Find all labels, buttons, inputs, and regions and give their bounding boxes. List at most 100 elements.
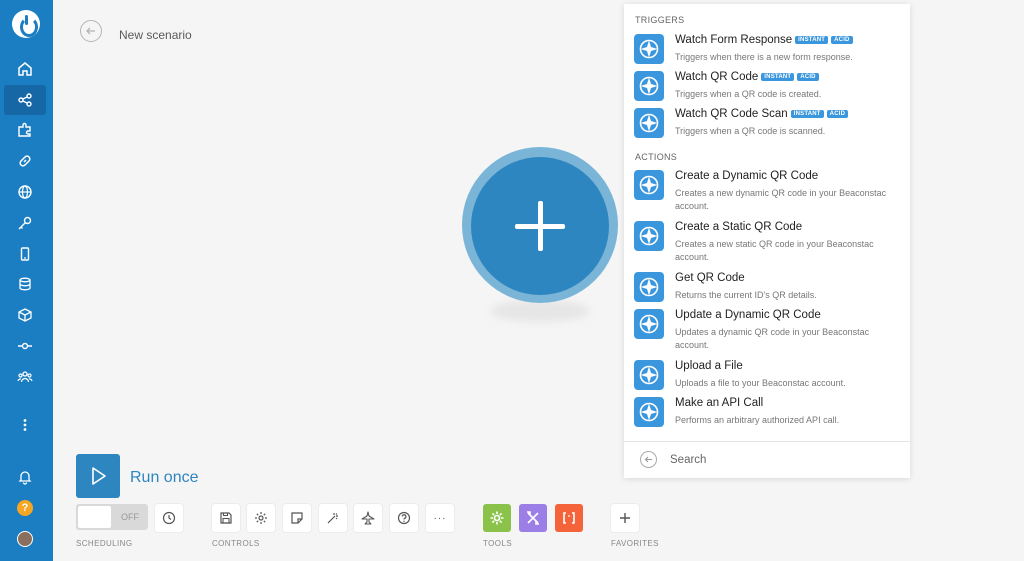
module-description: Creates a new dynamic QR code in your Be… [675, 188, 887, 211]
beaconstac-icon [634, 272, 664, 302]
more-vertical-icon[interactable] [4, 410, 46, 440]
tools-wrench-button[interactable] [519, 504, 547, 532]
module-title-text: Create a Static QR Code [675, 221, 803, 233]
module-title-text: Watch QR Code [675, 71, 759, 83]
sidebar: ? [0, 0, 53, 561]
beaconstac-icon [634, 170, 664, 200]
explain-flow-button[interactable] [354, 504, 382, 532]
module-title-text: Upload a File [675, 360, 743, 372]
avatar[interactable] [4, 524, 46, 554]
module-description: Creates a new static QR code in your Bea… [675, 239, 874, 262]
save-icon [220, 512, 232, 524]
module-title: Watch QR Code Scan INSTANT ACID [675, 108, 849, 120]
clock-icon [162, 511, 176, 525]
beaconstac-icon [634, 221, 664, 251]
settings-button[interactable] [247, 504, 275, 532]
module-title: Update a Dynamic QR Code [675, 309, 821, 321]
module-description: Triggers when a QR code is scanned. [675, 126, 826, 136]
note-icon [291, 512, 303, 524]
tools-label: TOOLS [483, 539, 512, 548]
module-description: Triggers when a QR code is created. [675, 89, 822, 99]
run-once-label[interactable]: Run once [130, 469, 199, 487]
puzzle-icon[interactable] [4, 115, 46, 145]
module-badge: ACID [826, 110, 849, 118]
help-button[interactable] [390, 504, 418, 532]
bell-icon[interactable] [4, 462, 46, 492]
search-back-button[interactable] [640, 451, 657, 468]
actions-heading: ACTIONS [635, 152, 678, 162]
module-title: Make an API Call [675, 397, 763, 409]
gear-icon [255, 512, 267, 524]
make-logo[interactable] [12, 10, 40, 38]
add-favorite-button[interactable] [611, 504, 639, 532]
device-icon[interactable] [4, 239, 46, 269]
module-badge: INSTANT [761, 73, 795, 81]
team-icon[interactable] [4, 362, 46, 392]
module-title: Create a Dynamic QR Code [675, 170, 818, 182]
module-title: Upload a File [675, 360, 743, 372]
arrow-left-icon [644, 456, 652, 463]
plus-icon [620, 513, 630, 523]
triggers-heading: TRIGGERS [635, 15, 685, 25]
scenario-title[interactable]: New scenario [119, 28, 192, 42]
scheduling-toggle[interactable]: OFF [76, 504, 148, 530]
module-description: Returns the current ID's QR details. [675, 290, 817, 300]
module-description: Triggers when there is a new form respon… [675, 52, 853, 62]
module-badge: INSTANT [790, 110, 824, 118]
tools-iterator-button[interactable] [555, 504, 583, 532]
beaconstac-icon [634, 34, 664, 64]
link-icon[interactable] [4, 146, 46, 176]
favorites-label: FAVORITES [611, 539, 659, 548]
module-picker-panel: TRIGGERS Watch Form Response INSTANT ACID T… [624, 4, 910, 478]
tools-flow-control-button[interactable] [483, 504, 511, 532]
key-icon[interactable] [4, 208, 46, 238]
module-badge: ACID [797, 73, 819, 81]
beaconstac-icon [634, 71, 664, 101]
module-title: Watch QR Code INSTANT ACID [675, 71, 819, 83]
run-once-button[interactable] [76, 454, 120, 498]
more-button[interactable]: ··· [426, 504, 454, 532]
help-icon[interactable]: ? [4, 493, 46, 523]
module-title: Get QR Code [675, 272, 745, 284]
panel-divider [624, 441, 910, 442]
beaconstac-icon [634, 360, 664, 390]
airplane-icon [361, 511, 375, 525]
brackets-icon [563, 512, 575, 524]
beaconstac-icon [634, 309, 664, 339]
home-icon[interactable] [4, 54, 46, 84]
question-icon [397, 511, 411, 525]
datastore-icon[interactable] [4, 269, 46, 299]
beaconstac-icon [634, 108, 664, 138]
module-description: Performs an arbitrary authorized API cal… [675, 415, 840, 425]
tools-icon [527, 511, 539, 525]
plus-shadow [490, 300, 590, 322]
notes-button[interactable] [283, 504, 311, 532]
module-title-text: Get QR Code [675, 272, 745, 284]
magic-wand-icon [327, 513, 338, 524]
toggle-state: OFF [121, 512, 139, 522]
toggle-knob [78, 506, 111, 528]
cube-icon[interactable] [4, 300, 46, 330]
search-input[interactable] [670, 450, 870, 470]
globe-icon[interactable] [4, 177, 46, 207]
arrow-left-icon [86, 27, 95, 35]
module-title: Create a Static QR Code [675, 221, 802, 233]
gear-icon [490, 511, 504, 525]
save-button[interactable] [212, 504, 240, 532]
schedule-clock-button[interactable] [155, 504, 183, 532]
module-badge: INSTANT [795, 36, 829, 44]
scheduling-label: SCHEDULING [76, 539, 133, 548]
module-badge: ACID [831, 36, 853, 44]
play-icon [92, 467, 106, 485]
share-icon[interactable] [4, 85, 46, 115]
flow-icon[interactable] [4, 331, 46, 361]
add-module-button[interactable] [471, 157, 609, 295]
module-title-text: Update a Dynamic QR Code [675, 309, 821, 321]
module-description: Updates a dynamic QR code in your Beacon… [675, 327, 870, 350]
module-description: Uploads a file to your Beaconstac accoun… [675, 378, 846, 388]
auto-align-button[interactable] [319, 504, 347, 532]
module-title-text: Make an API Call [675, 397, 764, 409]
module-title-text: Create a Dynamic QR Code [675, 170, 819, 182]
back-button[interactable] [80, 20, 102, 42]
module-title-text: Watch Form Response [675, 34, 793, 46]
